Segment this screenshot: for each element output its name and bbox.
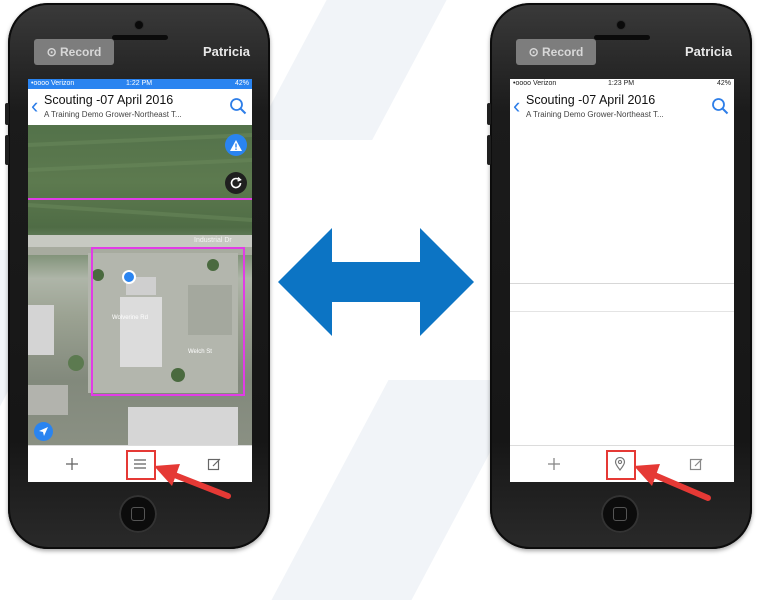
search-icon[interactable] <box>711 97 729 115</box>
list-content[interactable] <box>510 125 734 445</box>
record-button[interactable]: ⊙ Record <box>34 39 114 65</box>
user-name: Patricia <box>685 44 732 59</box>
app-top-bar: ⊙ Record Patricia <box>510 35 734 65</box>
warning-button[interactable] <box>225 134 247 156</box>
add-button[interactable] <box>542 452 566 476</box>
refresh-button[interactable] <box>225 172 247 194</box>
app-top-bar: ⊙ Record Patricia <box>28 35 252 65</box>
status-carrier: •oooo Verizon <box>513 80 557 87</box>
status-carrier: •oooo Verizon <box>31 80 75 87</box>
page-title: Scouting -07 April 2016 <box>526 93 656 107</box>
record-label: Record <box>60 45 102 59</box>
status-battery: 42% <box>234 80 249 87</box>
double-headed-arrow-icon <box>278 228 474 336</box>
back-chevron-icon[interactable]: ‹ <box>31 95 38 117</box>
camera <box>617 21 625 29</box>
pointer-arrow-icon <box>154 464 231 499</box>
nav-header: ‹ Scouting -07 April 2016 A Training Dem… <box>510 89 734 126</box>
page-title: Scouting -07 April 2016 <box>44 93 174 107</box>
map-label-street: Welch St <box>188 349 212 355</box>
search-icon[interactable] <box>229 97 247 115</box>
divider <box>510 311 734 312</box>
add-icon <box>66 458 78 470</box>
side-button <box>487 103 491 125</box>
satellite-map[interactable]: Industrial Dr Wolverine Rd Welch St <box>28 125 252 445</box>
page-subtitle: A Training Demo Grower-Northeast T... <box>526 110 664 119</box>
add-button[interactable] <box>60 452 84 476</box>
status-time: 1:23 PM <box>608 80 635 87</box>
page-subtitle: A Training Demo Grower-Northeast T... <box>44 110 182 119</box>
navigation-arrow-icon <box>39 427 48 436</box>
back-chevron-icon[interactable]: ‹ <box>513 95 520 117</box>
warning-icon <box>230 139 242 151</box>
refresh-icon <box>230 176 242 189</box>
status-time: 1:22 PM <box>126 80 153 87</box>
user-name: Patricia <box>203 44 250 59</box>
record-label: Record <box>542 45 584 59</box>
status-bar: •oooo Verizon 1:23 PM 42% <box>510 79 734 89</box>
background-shape <box>252 0 468 140</box>
record-button[interactable]: ⊙ Record <box>516 39 596 65</box>
map-imagery <box>28 133 252 445</box>
divider <box>510 283 734 284</box>
side-button <box>5 103 9 125</box>
pointer-arrow-icon <box>634 464 711 501</box>
nav-header: ‹ Scouting -07 April 2016 A Training Dem… <box>28 89 252 126</box>
screen-map-view: •oooo Verizon 1:22 PM 42% ‹ Scouting -07… <box>28 79 252 482</box>
side-button <box>5 135 9 165</box>
status-bar: •oooo Verizon 1:22 PM 42% <box>28 79 252 89</box>
locate-button[interactable] <box>34 422 53 441</box>
add-icon <box>548 458 560 470</box>
status-battery: 42% <box>716 80 731 87</box>
camera <box>135 21 143 29</box>
side-button <box>487 135 491 165</box>
screen-list-view: •oooo Verizon 1:23 PM 42% ‹ Scouting -07… <box>510 79 734 482</box>
map-label-road: Industrial Dr <box>194 237 232 244</box>
map-label-building: Wolverine Rd <box>112 315 148 321</box>
